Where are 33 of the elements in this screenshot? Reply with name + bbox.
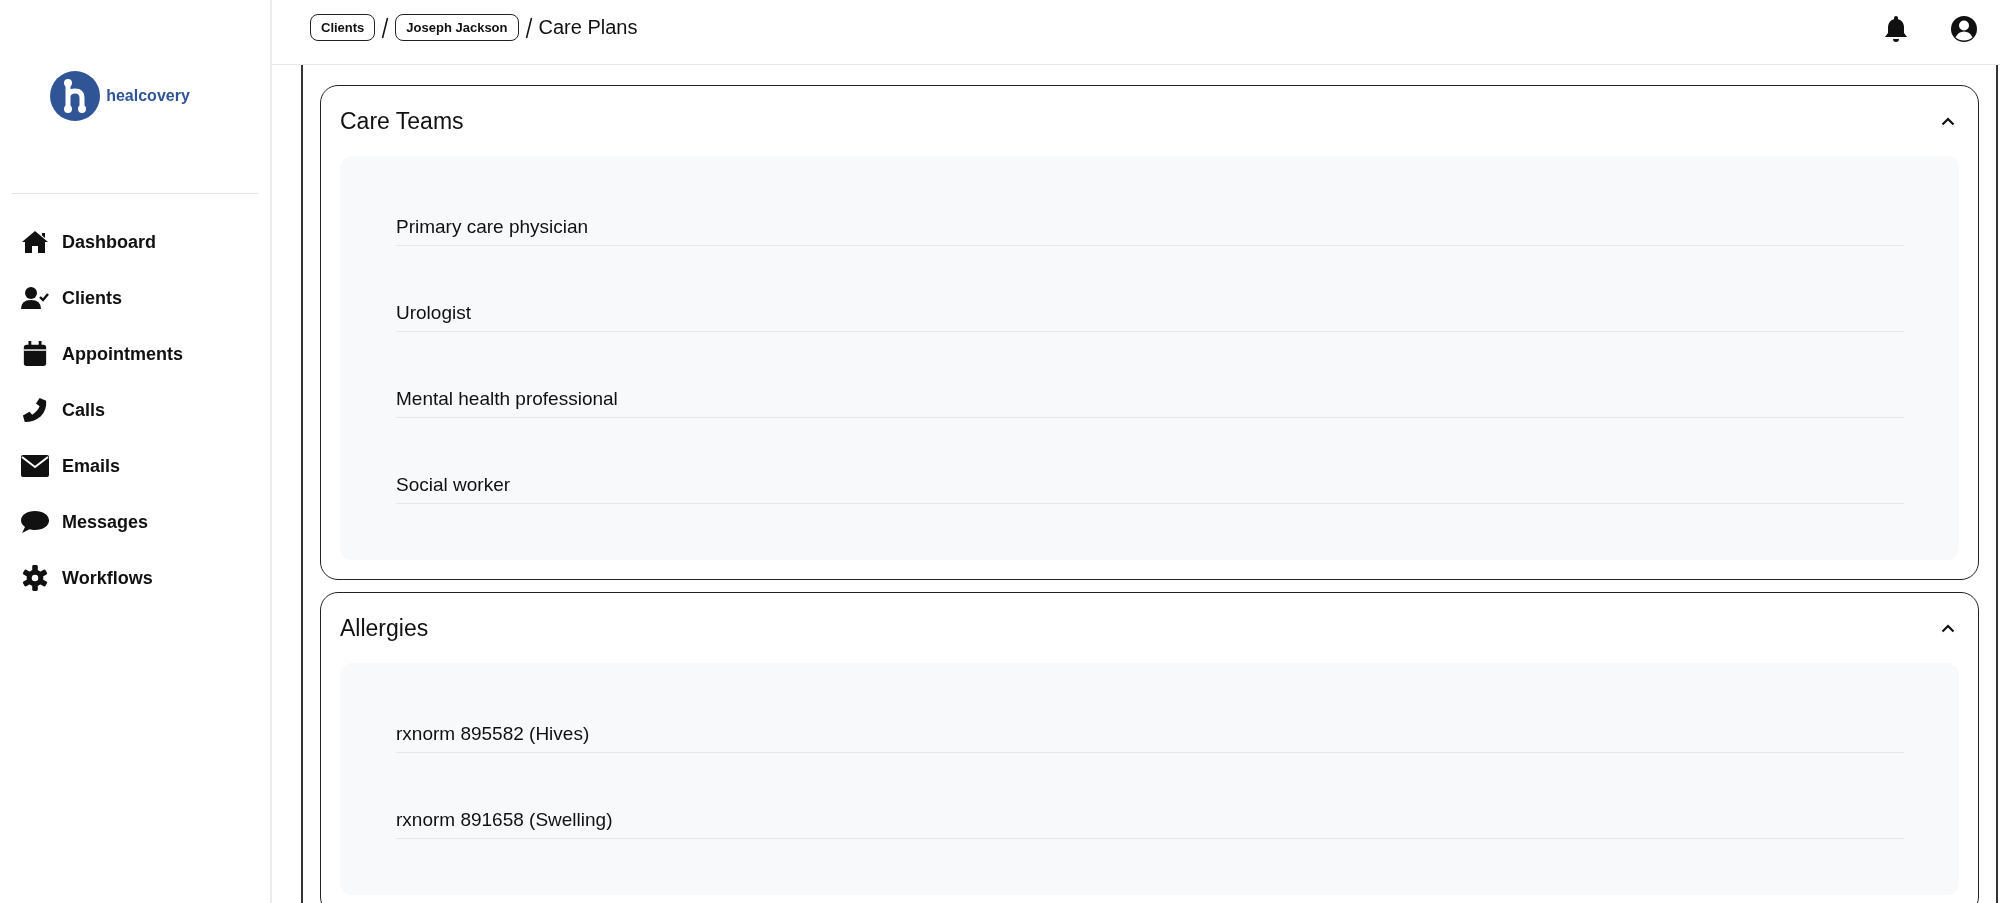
list-item: Primary care physician (396, 216, 1904, 246)
sidebar-item[interactable]: Emails (12, 438, 258, 494)
breadcrumb-link[interactable]: Joseph Jackson (395, 14, 519, 41)
sidebar-item[interactable]: Clients (12, 270, 258, 326)
sidebar-item[interactable]: Appointments (12, 326, 258, 382)
phone-icon (21, 397, 49, 423)
sidebar-item[interactable]: Workflows (12, 550, 258, 606)
user-check-icon (21, 285, 49, 311)
logo-icon (50, 70, 101, 121)
list-item: Urologist (396, 302, 1904, 332)
list-item: Social worker (396, 474, 1904, 504)
notification-bell-icon[interactable] (1884, 15, 1908, 43)
home-icon (21, 229, 49, 255)
logo-text: healcovery (106, 86, 190, 105)
settings-icon (21, 565, 49, 591)
chevron-icon (1941, 116, 1955, 126)
breadcrumb-link[interactable]: Clients (310, 14, 376, 41)
sidebar-item[interactable]: Calls (12, 382, 258, 438)
section-title: Care Teams (340, 107, 464, 135)
envelope-icon (21, 453, 49, 479)
list-item: rxnorm 891658 (Swelling) (396, 809, 1904, 839)
section-title: Allergies (340, 614, 429, 642)
chevron-icon (1941, 623, 1955, 633)
chat-bubble-icon (21, 509, 49, 535)
slash-icon (524, 16, 533, 39)
sidebar-item[interactable]: Messages (12, 494, 258, 550)
sidebar-item[interactable]: Dashboard (12, 214, 258, 270)
slash-icon (381, 16, 390, 39)
list-item: Mental health professional (396, 388, 1904, 418)
account-icon[interactable] (1950, 15, 1978, 43)
list-item: rxnorm 895582 (Hives) (396, 723, 1904, 753)
page-title: Care Plans (538, 16, 638, 39)
calendar-icon (21, 341, 49, 367)
